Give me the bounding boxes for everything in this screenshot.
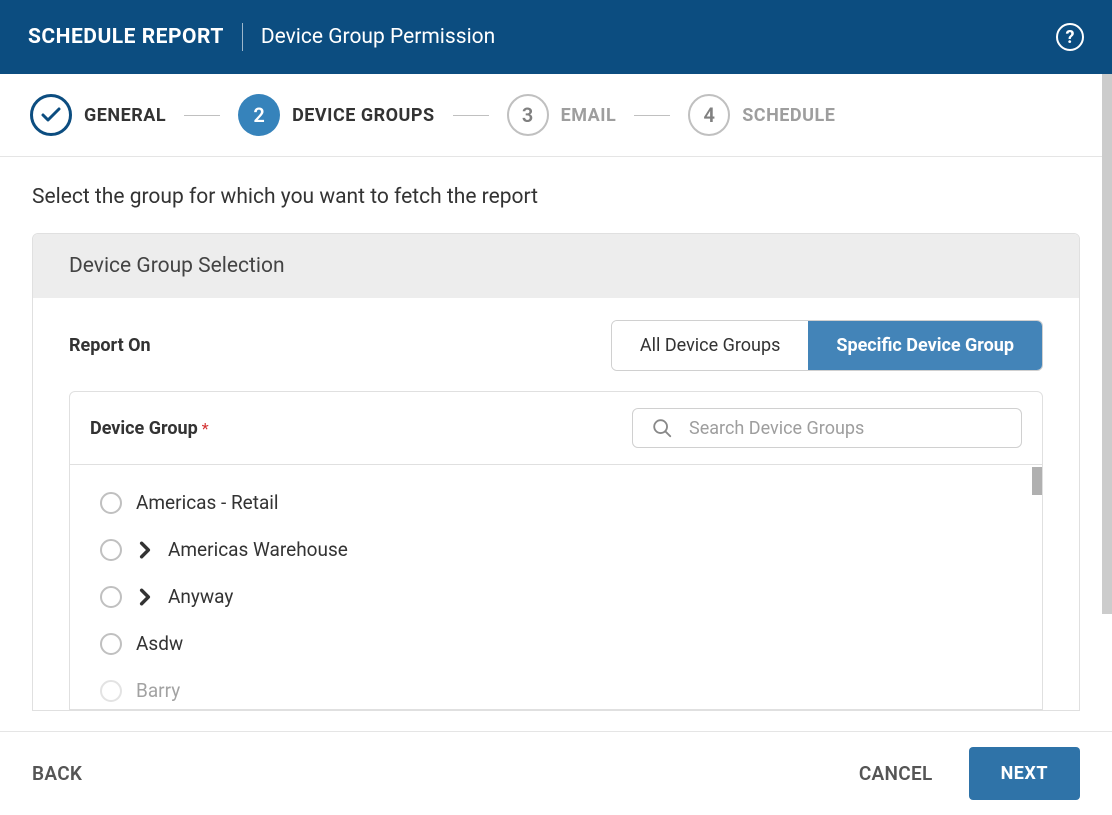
device-group-panel: Device Group Selection Report On All Dev…	[32, 233, 1080, 711]
panel-body: Report On All Device Groups Specific Dev…	[33, 298, 1079, 710]
chevron-right-icon[interactable]	[136, 541, 154, 559]
panel-title: Device Group Selection	[33, 234, 1079, 298]
step-schedule[interactable]: 4 SCHEDULE	[688, 94, 835, 136]
toggle-specific-device-group[interactable]: Specific Device Group	[808, 321, 1042, 370]
step-label: DEVICE GROUPS	[292, 105, 434, 126]
device-group-inner-panel: Device Group * Amer	[69, 391, 1043, 710]
help-icon[interactable]: ?	[1056, 23, 1084, 51]
next-button[interactable]: NEXT	[969, 747, 1080, 800]
page-subtitle: Device Group Permission	[261, 25, 495, 49]
chevron-right-icon[interactable]	[136, 588, 154, 606]
tree-item[interactable]: Americas - Retail	[70, 479, 1042, 526]
step-circle-pending: 3	[507, 94, 549, 136]
tree-item-label: Asdw	[136, 632, 183, 655]
stepper: GENERAL 2 DEVICE GROUPS 3 EMAIL 4 SCHEDU…	[0, 74, 1112, 157]
search-icon	[651, 417, 673, 439]
step-label: EMAIL	[561, 105, 617, 126]
step-label: GENERAL	[84, 105, 166, 126]
checkmark-icon	[39, 103, 63, 127]
report-on-toggle: All Device Groups Specific Device Group	[611, 320, 1043, 371]
radio-icon[interactable]	[100, 586, 122, 608]
step-connector	[184, 115, 220, 116]
tree-item-label: Anyway	[168, 585, 233, 608]
step-circle-active: 2	[238, 94, 280, 136]
radio-icon[interactable]	[100, 492, 122, 514]
instruction-text: Select the group for which you want to f…	[32, 185, 1080, 209]
step-circle-pending: 4	[688, 94, 730, 136]
radio-icon[interactable]	[100, 680, 122, 702]
step-connector	[453, 115, 489, 116]
device-group-label-wrap: Device Group *	[90, 418, 209, 439]
step-device-groups[interactable]: 2 DEVICE GROUPS	[238, 94, 434, 136]
step-connector	[634, 115, 670, 116]
tree-item[interactable]: Anyway	[70, 573, 1042, 620]
footer-bar: BACK CANCEL NEXT	[0, 731, 1112, 815]
page-title: SCHEDULE REPORT	[28, 25, 224, 49]
tree-item-label: Americas Warehouse	[168, 538, 348, 561]
step-circle-completed	[30, 94, 72, 136]
device-group-label: Device Group	[90, 418, 198, 439]
step-label: SCHEDULE	[742, 105, 835, 126]
tree-item-label: Barry	[136, 679, 180, 702]
step-general[interactable]: GENERAL	[30, 94, 166, 136]
tree-item[interactable]: Americas Warehouse	[70, 526, 1042, 573]
required-indicator: *	[202, 419, 209, 438]
main-scrollbar[interactable]	[1102, 74, 1112, 614]
inner-panel-header: Device Group *	[70, 392, 1042, 464]
radio-icon[interactable]	[100, 539, 122, 561]
device-group-tree: Americas - Retail Americas Warehouse	[70, 464, 1042, 709]
tree-item[interactable]: Asdw	[70, 620, 1042, 667]
content-area: Select the group for which you want to f…	[0, 157, 1112, 731]
help-glyph: ?	[1066, 27, 1075, 48]
cancel-button[interactable]: CANCEL	[859, 762, 933, 785]
header-left: SCHEDULE REPORT Device Group Permission	[28, 23, 495, 51]
search-input[interactable]	[689, 418, 1003, 439]
radio-icon[interactable]	[100, 633, 122, 655]
report-on-row: Report On All Device Groups Specific Dev…	[69, 320, 1043, 371]
toggle-all-device-groups[interactable]: All Device Groups	[612, 321, 809, 370]
step-email[interactable]: 3 EMAIL	[507, 94, 617, 136]
search-wrap[interactable]	[632, 408, 1022, 448]
report-on-label: Report On	[69, 335, 151, 356]
footer-left: BACK	[32, 762, 82, 785]
back-button[interactable]: BACK	[32, 762, 82, 785]
tree-scrollbar[interactable]	[1032, 467, 1042, 495]
tree-item[interactable]: Barry	[70, 667, 1042, 709]
tree-item-label: Americas - Retail	[136, 491, 279, 514]
footer-right: CANCEL NEXT	[859, 747, 1080, 800]
header-bar: SCHEDULE REPORT Device Group Permission …	[0, 0, 1112, 74]
header-divider	[242, 23, 243, 51]
